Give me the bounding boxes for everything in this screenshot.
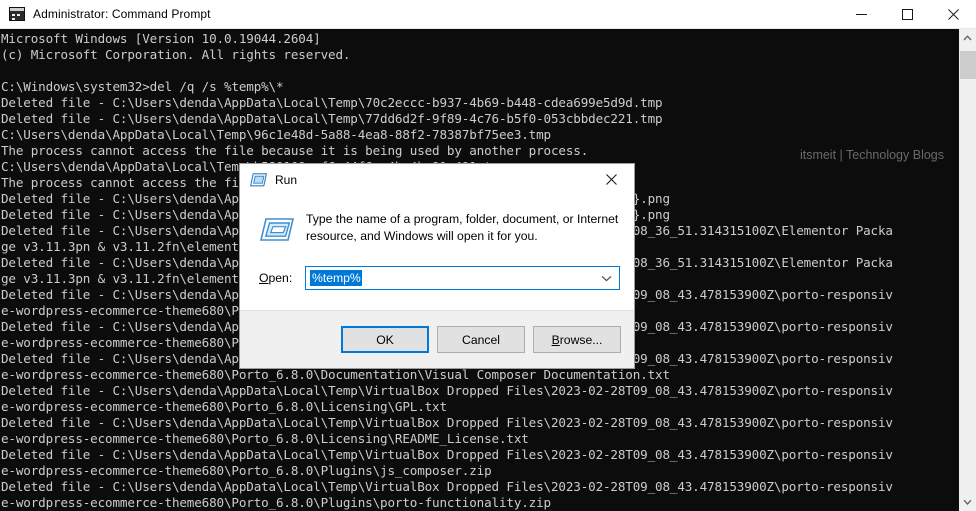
- run-prompt: Type the name of a program, folder, docu…: [253, 207, 621, 247]
- run-dialog-close-icon[interactable]: [589, 165, 634, 195]
- console-line: Deleted file - C:\Users\denda\AppData\Lo…: [1, 447, 893, 462]
- run-dialog-titlebar[interactable]: Run: [240, 164, 634, 195]
- console-line: e-wordpress-ecommerce-theme680\Porto_6.8…: [1, 495, 551, 510]
- console-line: Deleted file - C:\Users\denda\AppData\Lo…: [1, 111, 663, 126]
- watermark: itsmeit | Technology Blogs: [799, 148, 944, 162]
- console-line: e-wordpress-ecommerce-theme680\Porto_6.8…: [1, 399, 447, 414]
- maximize-button[interactable]: [884, 0, 930, 28]
- browse-accel: B: [551, 332, 560, 347]
- minimize-button[interactable]: [838, 0, 884, 28]
- window-titlebar[interactable]: Administrator: Command Prompt: [0, 0, 976, 29]
- console-icon: [9, 7, 25, 21]
- close-button[interactable]: [930, 0, 976, 28]
- command-prompt-window: Administrator: Command Prompt Microsoft …: [0, 0, 976, 511]
- browse-button[interactable]: Browse...: [533, 326, 621, 353]
- run-dialog: Run Type the name of a program, folder, …: [239, 163, 635, 369]
- run-dialog-body: Type the name of a program, folder, docu…: [240, 195, 634, 310]
- scroll-up-arrow-icon[interactable]: [959, 29, 976, 47]
- run-open-row: Open: %temp%: [253, 266, 621, 290]
- vertical-scrollbar[interactable]: [958, 29, 976, 511]
- run-dialog-footer: OK Cancel Browse...: [240, 310, 634, 368]
- console-line: e-wordpress-ecommerce-theme680\Porto_6.8…: [1, 431, 529, 446]
- open-input-value[interactable]: %temp%: [310, 270, 362, 286]
- chevron-down-icon[interactable]: [601, 267, 612, 289]
- run-large-icon: [260, 213, 294, 247]
- console-line: Deleted file - C:\Users\denda\AppData\Lo…: [1, 95, 663, 110]
- scroll-down-arrow-icon[interactable]: [959, 493, 976, 511]
- console-line: Microsoft Windows [Version 10.0.19044.26…: [1, 31, 321, 46]
- browse-rest: rowse...: [559, 332, 603, 347]
- console-line: C:\Windows\system32>del /q /s %temp%\*: [1, 79, 284, 94]
- open-label: Open:: [253, 271, 305, 285]
- console-line: Deleted file - C:\Users\denda\AppData\Lo…: [1, 383, 893, 398]
- run-icon: [250, 172, 267, 187]
- console-line: e-wordpress-ecommerce-theme680\Porto_6.8…: [1, 367, 670, 382]
- console-line: Deleted file - C:\Users\denda\AppData\Lo…: [1, 415, 893, 430]
- run-dialog-title: Run: [275, 172, 298, 187]
- console-line: C:\Users\denda\AppData\Local\Temp\96c1e4…: [1, 127, 551, 142]
- run-description: Type the name of a program, folder, docu…: [306, 212, 619, 243]
- console-line: Deleted file - C:\Users\denda\AppData\Lo…: [1, 479, 893, 494]
- cancel-button[interactable]: Cancel: [437, 326, 525, 353]
- scrollbar-thumb[interactable]: [960, 51, 976, 79]
- window-title: Administrator: Command Prompt: [33, 7, 211, 21]
- open-label-rest: pen:: [268, 271, 293, 285]
- open-combobox[interactable]: %temp%: [305, 266, 620, 290]
- console-line: (c) Microsoft Corporation. All rights re…: [1, 47, 351, 62]
- ok-button[interactable]: OK: [341, 326, 429, 353]
- console-line: e-wordpress-ecommerce-theme680\Porto_6.8…: [1, 463, 492, 478]
